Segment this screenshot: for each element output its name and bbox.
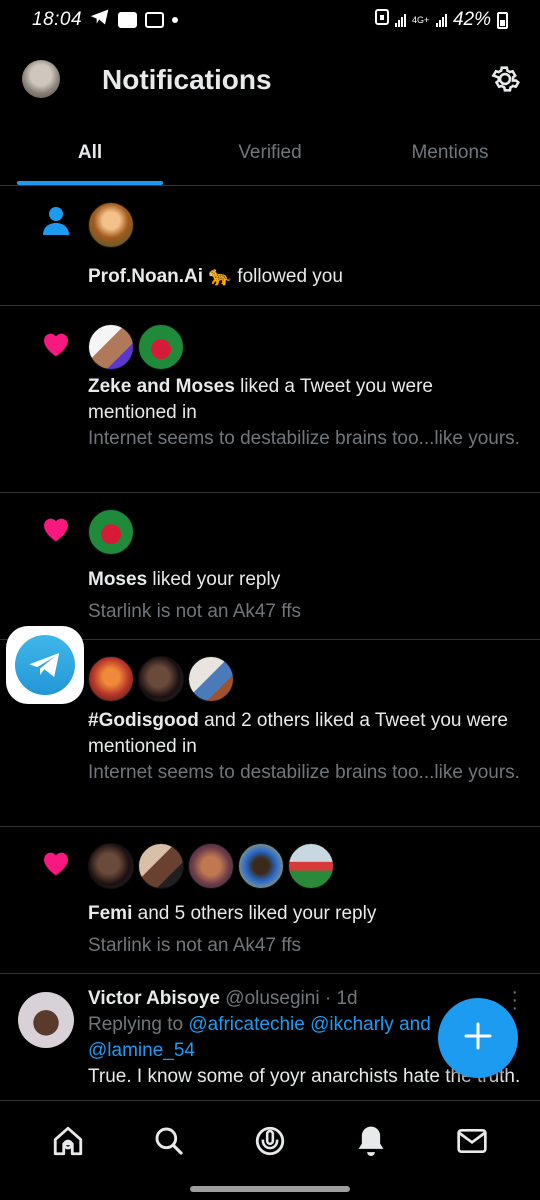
tweet-snippet: Internet seems to destabilize brains too…: [88, 762, 520, 783]
battery-percent: 42%: [452, 9, 491, 30]
avatar[interactable]: [138, 324, 184, 370]
telegram-icon: [15, 635, 75, 695]
signal-icon-2: [435, 13, 447, 27]
person-icon: [42, 206, 70, 241]
search-icon[interactable]: [139, 1111, 199, 1171]
notification-like[interactable]: Zeke and Moses liked a Tweet you were me…: [0, 306, 540, 493]
action-text: liked your reply: [152, 569, 281, 590]
avatar[interactable]: [238, 843, 284, 889]
notification-text: Zeke and Moses liked a Tweet you were me…: [88, 374, 520, 426]
battery-icon: [497, 11, 508, 29]
actor-name[interactable]: Prof.Noan.Ai: [88, 266, 203, 287]
avatar[interactable]: [288, 843, 334, 889]
notification-text: Femi and 5 others liked your reply: [88, 901, 520, 927]
status-left: 18:04: [32, 8, 179, 32]
more-options-icon[interactable]: · · ·: [511, 982, 518, 1018]
telegram-status-icon: [90, 8, 110, 32]
avatar[interactable]: [138, 843, 184, 889]
avatar[interactable]: [188, 656, 234, 702]
tab-all[interactable]: All: [0, 120, 180, 185]
tweet-snippet: Internet seems to destabilize brains too…: [88, 428, 520, 449]
network-type: 4G+: [411, 14, 430, 25]
notification-text: #Godisgood and 2 others liked a Tweet yo…: [88, 708, 520, 760]
avatar[interactable]: [88, 324, 134, 370]
bell-icon[interactable]: [341, 1111, 401, 1171]
spaces-icon[interactable]: [240, 1111, 300, 1171]
actor-name[interactable]: #Godisgood: [88, 710, 199, 731]
mail-icon[interactable]: [442, 1111, 502, 1171]
actor-avatars: [88, 493, 520, 555]
tab-mentions[interactable]: Mentions: [360, 120, 540, 185]
actor-avatars: [88, 640, 520, 702]
gear-icon[interactable]: [488, 62, 522, 96]
home-icon[interactable]: [38, 1111, 98, 1171]
actor-avatars: [88, 306, 520, 370]
notification-text: Prof.Noan.Ai 🐆 followed you: [88, 264, 520, 290]
actor-avatars: [88, 186, 520, 248]
actor-name[interactable]: Zeke and Moses: [88, 376, 235, 397]
mention-link[interactable]: @africatechie: [188, 1014, 304, 1035]
page-title: Notifications: [102, 64, 272, 95]
tab-verified[interactable]: Verified: [180, 120, 360, 185]
instagram-status-icon: [145, 12, 165, 28]
notification-text: Moses liked your reply: [88, 567, 520, 593]
avatar[interactable]: [88, 843, 134, 889]
action-text: followed you: [237, 266, 343, 287]
tweet-snippet: Starlink is not an Ak47 ffs: [88, 935, 301, 956]
author-name[interactable]: Victor Abisoye: [88, 988, 220, 1009]
mention-link[interactable]: @ikcharly: [310, 1014, 394, 1035]
tweet-time: · 1d: [324, 988, 358, 1009]
actor-emoji: 🐆: [208, 266, 233, 287]
replying-prefix: Replying to: [88, 1014, 184, 1035]
heart-icon: [40, 847, 72, 882]
avatar[interactable]: [88, 202, 134, 248]
avatar[interactable]: [188, 843, 234, 889]
notification-list: Prof.Noan.Ai 🐆 followed you Zeke and Mos…: [0, 186, 540, 974]
compose-button[interactable]: [438, 998, 518, 1078]
signal-icon: [394, 13, 406, 27]
plus-icon: [463, 1021, 493, 1056]
gesture-bar[interactable]: [190, 1186, 350, 1192]
heart-icon: [40, 513, 72, 548]
telegram-chat-head[interactable]: [6, 626, 84, 704]
avatar[interactable]: [88, 509, 134, 555]
app-status-icon: [118, 12, 138, 28]
alarm-icon: [374, 9, 389, 31]
tweet-snippet: Starlink is not an Ak47 ffs: [88, 601, 301, 622]
tab-bar: All Verified Mentions: [0, 120, 540, 186]
status-right: 4G+ 42%: [374, 9, 508, 31]
notification-dot-icon: [172, 17, 179, 23]
status-bar: 18:04 4G+ 42%: [0, 0, 540, 40]
bottom-nav: [0, 1100, 540, 1180]
notification-follow[interactable]: Prof.Noan.Ai 🐆 followed you: [0, 186, 540, 306]
actor-name[interactable]: Femi: [88, 903, 132, 924]
author-handle[interactable]: @olusegini: [225, 988, 319, 1009]
avatar[interactable]: [88, 656, 134, 702]
header: Notifications: [0, 40, 540, 120]
actor-avatars: [88, 827, 520, 889]
avatar[interactable]: [138, 656, 184, 702]
notification-like[interactable]: Femi and 5 others liked your reply Starl…: [0, 827, 540, 974]
mention-and: and: [399, 1014, 431, 1035]
status-time: 18:04: [32, 9, 83, 30]
profile-avatar[interactable]: [22, 60, 60, 98]
mention-link[interactable]: @lamine_54: [88, 1040, 195, 1061]
notification-like[interactable]: Moses liked your reply Starlink is not a…: [0, 493, 540, 640]
action-text: and 5 others liked your reply: [137, 903, 377, 924]
heart-icon: [40, 328, 72, 363]
avatar[interactable]: [18, 992, 74, 1048]
actor-name[interactable]: Moses: [88, 569, 147, 590]
